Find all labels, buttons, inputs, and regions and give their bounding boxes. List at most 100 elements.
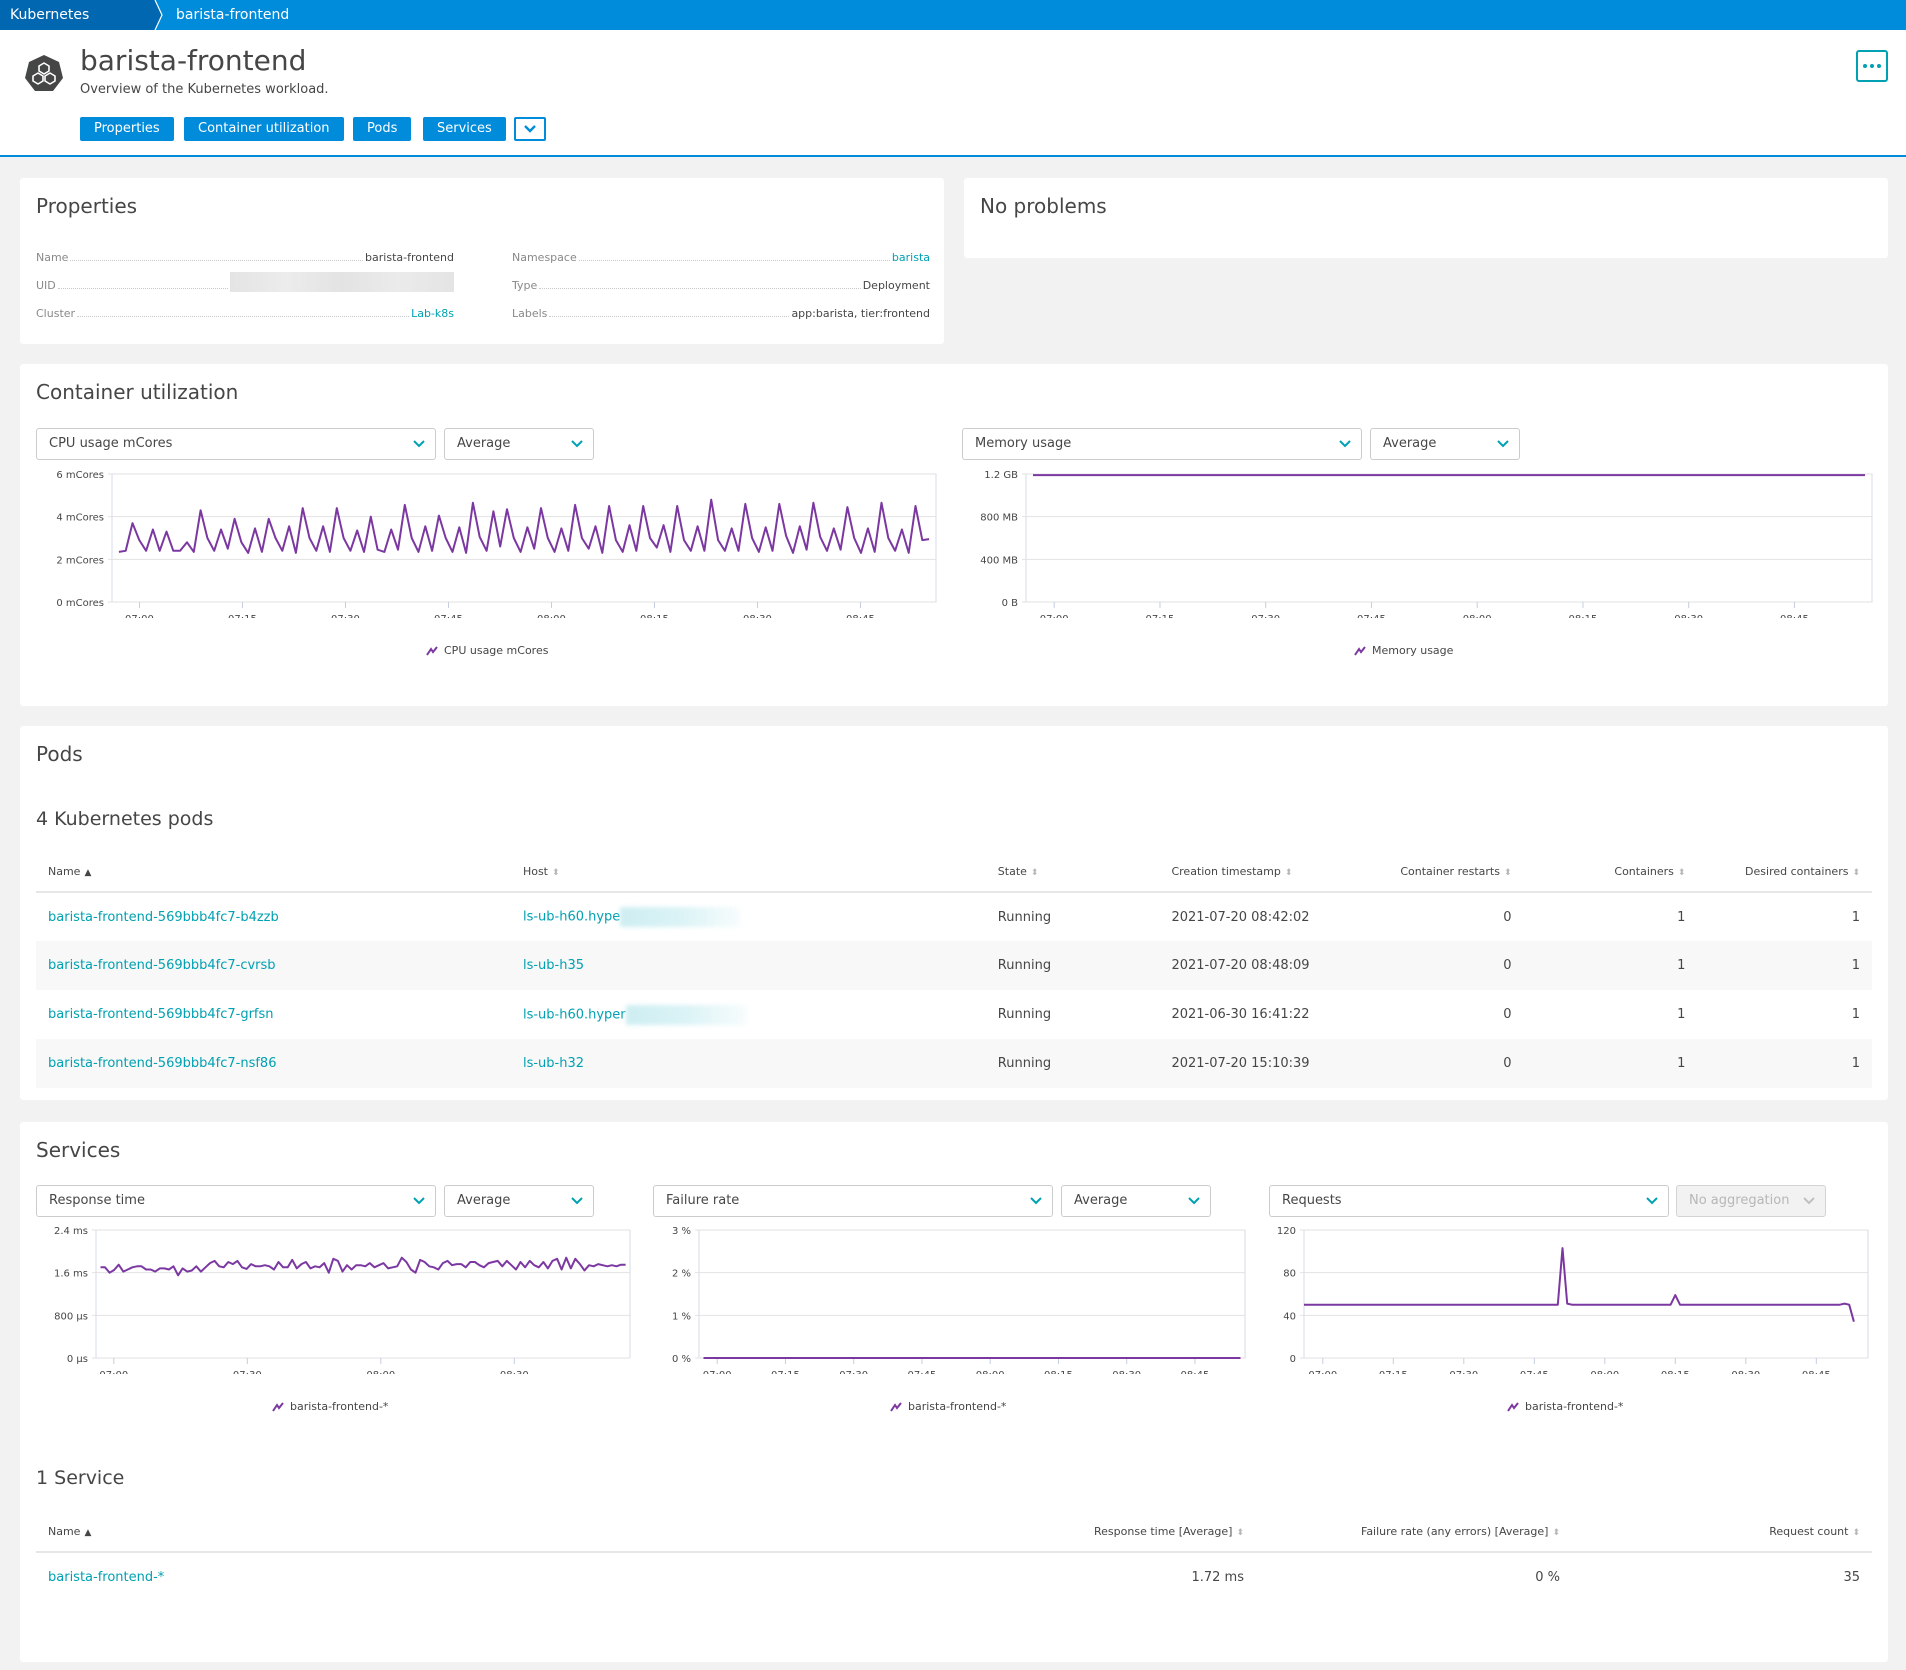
x-tick-label: 08:00	[976, 1370, 1005, 1374]
x-tick-label: 07:00	[1040, 614, 1069, 618]
property-key: Labels	[512, 307, 548, 320]
container-utilization-title: Container utilization	[36, 380, 239, 404]
column-header-response-time[interactable]: Response time [Average] ⬍	[936, 1512, 1256, 1553]
pod-restarts: 0	[1354, 941, 1524, 990]
plot-frame	[1303, 1229, 1869, 1359]
select-value: CPU usage mCores	[49, 436, 173, 451]
cpu-metric-select[interactable]: CPU usage mCores	[36, 428, 436, 460]
chevron-down-icon	[1339, 440, 1351, 448]
nav-button-pods[interactable]: Pods	[353, 117, 412, 141]
response-time-chart-legend[interactable]: barista-frontend-*	[272, 1400, 388, 1413]
ellipsis-icon	[1863, 64, 1867, 68]
nav-expand-button[interactable]	[514, 117, 546, 141]
x-tick-label: 07:30	[839, 1370, 868, 1374]
column-header-host[interactable]: Host ⬍	[510, 852, 986, 893]
x-tick-label: 08:00	[1590, 1370, 1619, 1374]
pod-name-link[interactable]: barista-frontend-569bbb4fc7-grfsn	[48, 1007, 274, 1022]
select-value: No aggregation	[1689, 1193, 1790, 1208]
cluster-link[interactable]: Lab-k8s	[411, 307, 454, 320]
table-header-row: Name ▲ Response time [Average] ⬍ Failure r…	[36, 1512, 1872, 1553]
x-tick-label: 08:45	[1181, 1370, 1210, 1374]
y-tick-label: 1.2 GB	[984, 470, 1018, 481]
column-header-state[interactable]: State ⬍	[985, 852, 1160, 893]
cpu-chart-legend[interactable]: CPU usage mCores	[426, 644, 548, 657]
y-tick-label: 0 B	[1002, 598, 1019, 609]
nav-button-properties[interactable]: Properties	[80, 117, 174, 141]
dotted-leader	[578, 260, 890, 261]
legend-label: Memory usage	[1372, 644, 1454, 657]
ellipsis-dot	[1877, 64, 1881, 68]
cpu-aggregation-select[interactable]: Average	[444, 428, 594, 460]
column-header-desired-containers[interactable]: Desired containers ⬍	[1697, 852, 1872, 893]
chevron-down-icon	[1497, 440, 1509, 448]
chevron-down-icon	[524, 125, 536, 133]
pod-state: Running	[997, 1007, 1052, 1022]
failure-rate-metric-select[interactable]: Failure rate	[653, 1185, 1053, 1217]
legend-label: CPU usage mCores	[444, 644, 549, 657]
more-actions-button[interactable]	[1856, 50, 1888, 82]
response-time-aggregation-select[interactable]: Average	[444, 1185, 594, 1217]
problems-card: No problems	[964, 178, 1888, 258]
table-row: barista-frontend-569bbb4fc7-cvrsb ls-ub-…	[36, 941, 1872, 990]
nav-button-services[interactable]: Services	[423, 117, 506, 141]
pod-state: Running	[997, 909, 1052, 925]
x-tick-label: 08:30	[1674, 614, 1703, 618]
line-series-icon	[890, 1401, 902, 1412]
x-tick-label: 07:00	[1308, 1370, 1337, 1374]
column-header-creation-timestamp[interactable]: Creation timestamp ⬍	[1159, 852, 1355, 893]
host-link[interactable]: ls-ub-h60.hyper	[523, 1007, 626, 1022]
x-tick-label: 08:30	[500, 1370, 529, 1374]
container-utilization-card: Container utilization CPU usage mCores A…	[20, 364, 1888, 706]
service-response-time: 1.72 ms	[1191, 1569, 1244, 1585]
host-link[interactable]: ls-ub-h32	[523, 1056, 584, 1071]
property-key: Cluster	[36, 307, 76, 320]
breadcrumb-bar: Kubernetes workloads barista-frontend	[0, 0, 1906, 30]
pod-name-link[interactable]: barista-frontend-569bbb4fc7-nsf86	[48, 1056, 276, 1071]
x-tick-label: 07:00	[99, 1370, 128, 1374]
memory-aggregation-select[interactable]: Average	[1370, 428, 1520, 460]
x-tick-label: 08:15	[1569, 614, 1598, 618]
memory-metric-select[interactable]: Memory usage	[962, 428, 1362, 460]
failure-rate-aggregation-select[interactable]: Average	[1061, 1185, 1211, 1217]
service-name-link[interactable]: barista-frontend-*	[48, 1570, 164, 1585]
select-value: Failure rate	[666, 1193, 740, 1208]
x-tick-label: 07:00	[703, 1370, 732, 1374]
y-tick-label: 1.6 ms	[54, 1269, 88, 1280]
chevron-down-icon	[571, 1197, 583, 1205]
requests-chart-legend[interactable]: barista-frontend-*	[1507, 1400, 1623, 1413]
select-value: Memory usage	[975, 436, 1072, 451]
pod-state: Running	[985, 1039, 1160, 1088]
column-header-container-restarts[interactable]: Container restarts ⬍	[1354, 852, 1524, 893]
pods-table: Name ▲ Host ⬍ State ⬍ Creation timestamp ⬍ C…	[36, 852, 1872, 1088]
host-link[interactable]: ls-ub-h35	[523, 958, 584, 973]
failure-rate-chart-legend[interactable]: barista-frontend-*	[890, 1400, 1006, 1413]
legend-label: barista-frontend-*	[908, 1400, 1007, 1413]
column-header-request-count[interactable]: Request count ⬍	[1572, 1512, 1872, 1553]
chart-svg: 0 B 400 MB 800 MB 1.2 GB 07:00 07:15 07:30 07:4…	[980, 470, 1873, 625]
chevron-down-icon	[571, 440, 583, 448]
property-key: Type	[512, 279, 538, 292]
services-title: Services	[36, 1138, 121, 1162]
nav-button-container-utilization[interactable]: Container utilization	[184, 117, 344, 141]
breadcrumb-item-kubernetes-workloads[interactable]: Kubernetes workloads	[0, 0, 162, 30]
y-tick-label: 6 mCores	[56, 470, 104, 481]
column-header-failure-rate[interactable]: Failure rate (any errors) [Average] ⬍	[1256, 1512, 1572, 1553]
memory-usage-chart: 0 B 400 MB 800 MB 1.2 GB 07:00 07:15 07:30 07:4…	[956, 468, 1888, 625]
x-tick-label: 08:30	[743, 614, 772, 618]
plot-frame	[95, 1229, 631, 1359]
column-header-containers[interactable]: Containers ⬍	[1523, 852, 1698, 893]
response-time-metric-select[interactable]: Response time	[36, 1185, 436, 1217]
memory-chart-legend[interactable]: Memory usage	[1354, 644, 1453, 657]
chevron-down-icon	[1188, 1197, 1200, 1205]
sort-icon: ⬍	[1284, 868, 1293, 878]
column-header-name[interactable]: Name ▲	[36, 1512, 936, 1553]
column-header-name[interactable]: Name ▲	[36, 852, 511, 893]
pod-name-link[interactable]: barista-frontend-569bbb4fc7-cvrsb	[48, 958, 276, 973]
sort-icon: ⬍	[1852, 868, 1860, 878]
plot-frame	[698, 1229, 1246, 1359]
host-link[interactable]: ls-ub-h60.hype	[523, 910, 620, 925]
namespace-link[interactable]: barista	[892, 251, 930, 264]
requests-metric-select[interactable]: Requests	[1269, 1185, 1669, 1217]
pod-name-link[interactable]: barista-frontend-569bbb4fc7-b4zzb	[48, 910, 279, 925]
chart-svg: 0 µs 800 µs 1.6 ms 2.4 ms 07:00 07:30 08:00 08:…	[54, 1226, 631, 1381]
